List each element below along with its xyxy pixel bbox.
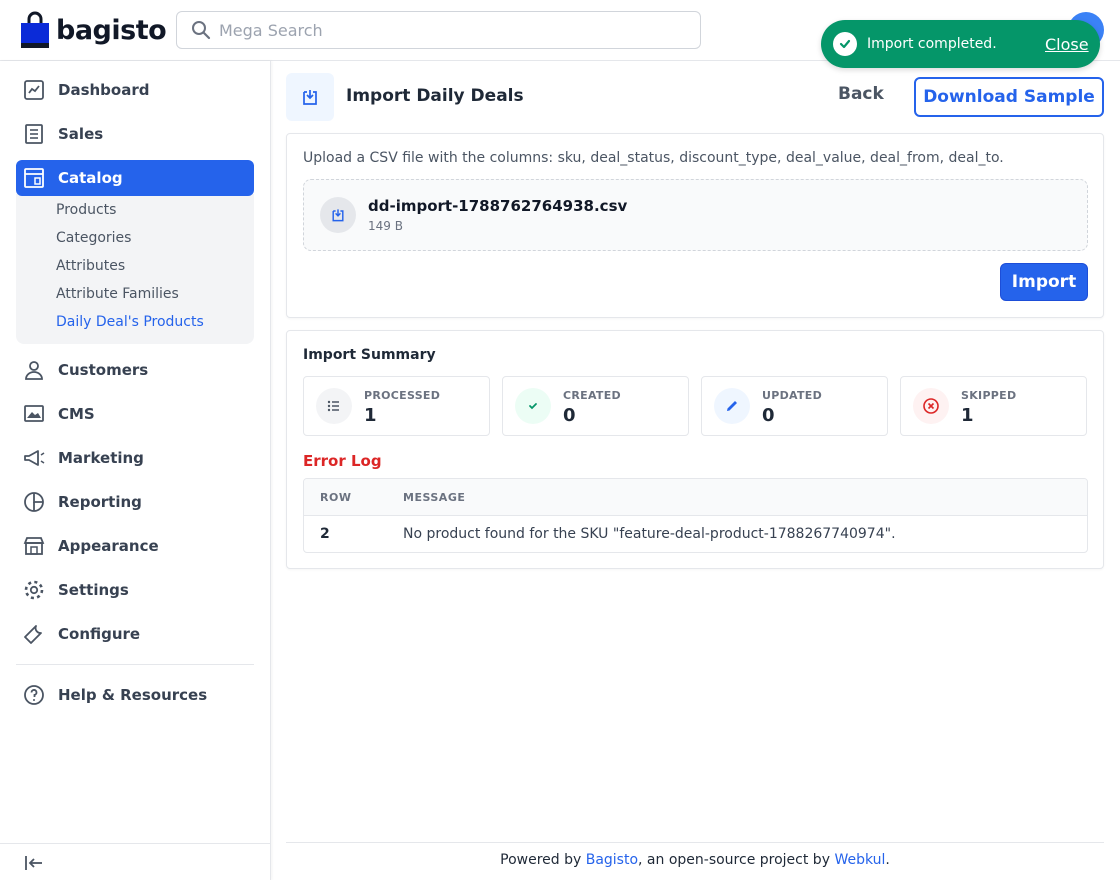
import-summary-card: Import Summary PROCESSED 1 CREATED 0 UPD… [286, 330, 1104, 569]
sidebar-divider [16, 664, 254, 665]
sidebar-item-configure[interactable]: Configure [16, 616, 254, 652]
submenu-item-daily-deals[interactable]: Daily Deal's Products [56, 314, 204, 330]
error-row-number: 2 [320, 526, 330, 542]
upload-card: Upload a CSV file with the columns: sku,… [286, 133, 1104, 318]
search-icon [192, 21, 211, 40]
file-icon [320, 197, 356, 233]
table-header: ROW MESSAGE [304, 479, 1087, 516]
sidebar-item-catalog[interactable]: Catalog [16, 160, 254, 196]
footer-text: , an open-source project by [638, 852, 835, 868]
list-icon [316, 388, 352, 424]
sidebar-item-label: Appearance [58, 537, 159, 555]
footer: Powered by Bagisto, an open-source proje… [286, 852, 1104, 868]
error-log-table: ROW MESSAGE 2 No product found for the S… [303, 478, 1088, 553]
collapse-sidebar-icon[interactable] [22, 851, 46, 875]
footer-divider [286, 842, 1104, 843]
reporting-icon [24, 492, 44, 512]
stat-value: 0 [563, 405, 576, 426]
stat-label: CREATED [563, 389, 621, 402]
gear-icon [24, 580, 44, 600]
sidebar-item-label: Customers [58, 361, 149, 379]
file-dropzone[interactable]: dd-import-1788762764938.csv 149 B [303, 179, 1088, 251]
stat-skipped: SKIPPED 1 [900, 376, 1087, 436]
stat-value: 1 [364, 405, 377, 426]
bagisto-logo[interactable]: bagisto [20, 10, 167, 50]
submenu-item-categories[interactable]: Categories [56, 230, 131, 246]
stat-updated: UPDATED 0 [701, 376, 888, 436]
sidebar-item-cms[interactable]: CMS [16, 396, 254, 432]
sidebar: Dashboard Sales Products Categories Attr… [0, 61, 271, 880]
footer-text: Powered by [500, 852, 586, 868]
check-icon [515, 388, 551, 424]
submenu-item-attributes[interactable]: Attributes [56, 258, 125, 274]
help-icon [24, 685, 44, 705]
dashboard-icon [24, 80, 44, 100]
import-button[interactable]: Import [1000, 263, 1088, 301]
x-circle-icon [913, 388, 949, 424]
bagisto-link[interactable]: Bagisto [586, 852, 638, 868]
appearance-icon [23, 537, 45, 555]
check-circle-icon [833, 32, 857, 56]
sales-icon [25, 124, 43, 144]
sidebar-item-label: Dashboard [58, 81, 150, 99]
sidebar-bottom-divider [0, 843, 270, 844]
sidebar-item-appearance[interactable]: Appearance [16, 528, 254, 564]
stat-label: UPDATED [762, 389, 823, 402]
back-button[interactable]: Back [838, 84, 884, 104]
upload-hint: Upload a CSV file with the columns: sku,… [303, 150, 1004, 166]
sidebar-item-label: CMS [58, 405, 95, 423]
mega-search[interactable] [176, 11, 701, 49]
success-toast: Import completed. Close [821, 20, 1100, 68]
table-row: 2 No product found for the SKU "feature-… [304, 516, 1087, 552]
sidebar-item-label: Marketing [58, 449, 144, 467]
stat-created: CREATED 0 [502, 376, 689, 436]
sidebar-item-reporting[interactable]: Reporting [16, 484, 254, 520]
submenu-item-products[interactable]: Products [56, 202, 116, 218]
sidebar-item-label: Sales [58, 125, 104, 143]
error-log-title: Error Log [303, 452, 382, 470]
error-message: No product found for the SKU "feature-de… [403, 526, 896, 542]
sidebar-item-customers[interactable]: Customers [16, 352, 254, 388]
import-file-icon [303, 90, 317, 105]
sidebar-item-label: Help & Resources [58, 686, 208, 704]
stat-value: 0 [762, 405, 775, 426]
sidebar-item-settings[interactable]: Settings [16, 572, 254, 608]
logo-text: bagisto [56, 14, 167, 46]
download-sample-button[interactable]: Download Sample [914, 77, 1104, 117]
webkul-link[interactable]: Webkul [834, 852, 885, 868]
sidebar-item-label: Reporting [58, 493, 142, 511]
toast-message: Import completed. [867, 36, 997, 52]
shopping-bag-icon [21, 11, 49, 48]
catalog-icon [24, 168, 44, 188]
stat-value: 1 [961, 405, 974, 426]
import-page-icon [286, 73, 334, 121]
submenu-item-attribute-families[interactable]: Attribute Families [56, 286, 179, 302]
wrench-icon [24, 625, 42, 644]
catalog-submenu: Products Categories Attributes Attribute… [16, 194, 254, 344]
sidebar-item-marketing[interactable]: Marketing [16, 440, 254, 476]
page-title: Import Daily Deals [346, 86, 524, 106]
column-header-message: MESSAGE [403, 491, 466, 504]
file-name: dd-import-1788762764938.csv [368, 197, 628, 215]
sidebar-item-help[interactable]: Help & Resources [16, 677, 254, 713]
stat-label: SKIPPED [961, 389, 1017, 402]
sidebar-item-label: Catalog [58, 169, 123, 187]
pencil-icon [714, 388, 750, 424]
cms-icon [24, 405, 44, 422]
footer-text: . [885, 852, 890, 868]
stat-processed: PROCESSED 1 [303, 376, 490, 436]
sidebar-item-dashboard[interactable]: Dashboard [16, 72, 254, 108]
column-header-row: ROW [320, 491, 352, 504]
stat-label: PROCESSED [364, 389, 441, 402]
sidebar-item-label: Settings [58, 581, 129, 599]
file-size: 149 B [368, 219, 403, 233]
summary-title: Import Summary [303, 347, 436, 363]
sidebar-item-label: Configure [58, 625, 141, 643]
toast-close-button[interactable]: Close [1045, 35, 1089, 54]
search-input[interactable] [219, 20, 679, 40]
sidebar-item-sales[interactable]: Sales [16, 116, 254, 152]
marketing-icon [24, 450, 45, 466]
customers-icon [25, 361, 43, 380]
